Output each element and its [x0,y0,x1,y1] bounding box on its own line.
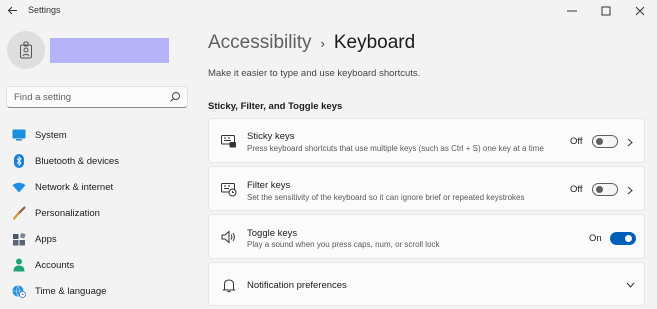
sidebar-item-system[interactable]: System [0,122,195,148]
title-bar: Settings [0,0,657,22]
toggle-knob [625,235,632,242]
paintbrush-icon [12,206,26,220]
sidebar-item-network-internet[interactable]: Network & internet [0,174,195,200]
breadcrumb-parent[interactable]: Accessibility [208,32,311,54]
notification-preferences-title: Notification preferences [247,280,347,291]
toggle-keys-card[interactable]: Toggle keys Play a sound when you press … [208,214,645,259]
search-box[interactable] [6,86,188,108]
toggle-keys-state: On [589,233,602,244]
toggle-keys-toggle[interactable] [610,232,636,245]
section-title: Sticky, Filter, and Toggle keys [208,101,343,112]
search-input[interactable] [7,87,164,108]
speaker-icon [221,229,237,245]
close-icon[interactable] [623,0,657,22]
sticky-keys-icon [221,133,237,149]
sidebar-item-label: Personalization [35,207,100,219]
sidebar-item-personalization[interactable]: Personalization [0,200,195,226]
sticky-keys-state: Off [570,136,583,147]
toggle-knob [596,138,603,145]
search-icon[interactable] [169,91,181,103]
breadcrumb: Accessibility › Keyboard [208,32,415,54]
toggle-keys-description: Play a sound when you press caps, num, o… [247,240,440,249]
sticky-keys-description: Press keyboard shortcuts that use multip… [247,144,544,153]
filter-keys-title: Filter keys [247,180,291,191]
sticky-keys-toggle[interactable] [592,135,618,148]
apps-icon [12,232,26,246]
sidebar-nav: System Bluetooth & devices Network & int… [0,122,195,304]
sidebar-item-label: Apps [35,233,57,245]
toggle-knob [596,186,603,193]
sticky-keys-title: Sticky keys [247,131,295,142]
page-title: Keyboard [333,32,416,53]
sidebar-item-label: Network & internet [35,181,114,193]
filter-keys-toggle[interactable] [592,183,618,196]
minimize-icon[interactable] [555,0,589,22]
sidebar-item-time-language[interactable]: Time & language [0,278,195,304]
sidebar-item-label: System [35,129,67,141]
globe-clock-icon [12,284,26,298]
sidebar-item-label: Time & language [35,285,107,297]
wifi-icon [12,180,26,194]
accounts-icon [12,258,26,272]
chevron-down-icon[interactable] [625,280,635,290]
system-monitor-icon [12,128,26,142]
filter-keys-card[interactable]: Filter keys Set the sensitivity of the k… [208,166,645,211]
user-badge-icon [20,41,32,59]
breadcrumb-separator-icon: › [320,35,325,51]
app-title: Settings [28,5,61,15]
sidebar-item-bluetooth-devices[interactable]: Bluetooth & devices [0,148,195,174]
sticky-keys-card[interactable]: Sticky keys Press keyboard shortcuts tha… [208,118,645,163]
sidebar-item-apps[interactable]: Apps [0,226,195,252]
sidebar-item-accounts[interactable]: Accounts [0,252,195,278]
filter-keys-state: Off [570,184,583,195]
bell-icon [221,277,237,293]
page-description: Make it easier to type and use keyboard … [208,68,421,79]
filter-keys-description: Set the sensitivity of the keyboard so i… [247,193,525,202]
back-arrow-icon[interactable] [4,2,20,18]
notification-preferences-card[interactable]: Notification preferences [208,262,645,306]
chevron-right-icon[interactable] [625,137,635,147]
window-controls [555,0,657,22]
maximize-icon[interactable] [589,0,623,22]
username-redacted [50,38,169,63]
bluetooth-icon [12,154,26,168]
toggle-keys-title: Toggle keys [247,228,298,239]
sidebar-item-label: Bluetooth & devices [35,155,119,167]
chevron-right-icon[interactable] [625,185,635,195]
avatar[interactable] [7,31,45,69]
filter-keys-icon [221,181,237,197]
sidebar-item-label: Accounts [35,259,75,271]
